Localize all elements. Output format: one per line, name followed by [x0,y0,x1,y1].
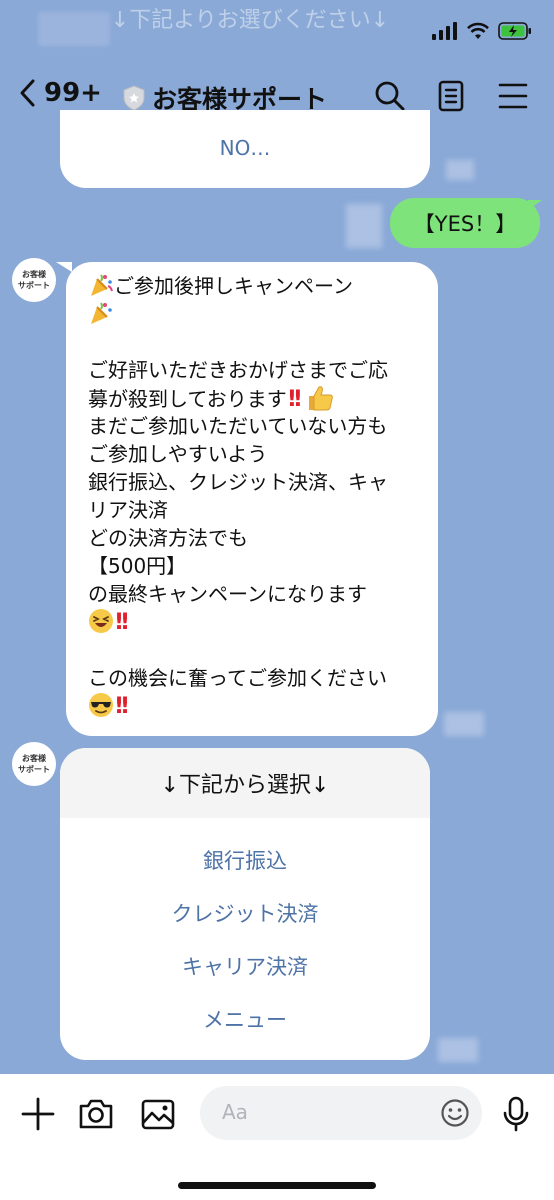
avatar-label-line1: お客様 [22,754,46,763]
unread-count: 99+ [44,78,102,108]
menu-option-no[interactable]: NO… [60,136,430,160]
home-indicator [178,1182,376,1189]
emoji-button[interactable] [440,1098,470,1128]
camera-icon [79,1099,113,1129]
sent-bubble-tail [528,200,542,210]
notes-button[interactable] [434,78,470,114]
microphone-icon [503,1096,529,1132]
sent-message-bubble[interactable]: 【YES！】 [390,198,540,248]
menu-option-bank-transfer[interactable]: 銀行振込 [60,840,430,880]
search-button[interactable] [372,78,408,114]
message-line [88,300,428,328]
timestamp-blurred [446,160,474,180]
double-exclamation-icon: !! [114,694,130,719]
avatar[interactable]: お客様 サポート [12,742,56,786]
add-button[interactable] [18,1094,58,1134]
wifi-icon [467,22,489,39]
microphone-button[interactable] [496,1094,536,1134]
avatar[interactable]: お客様 サポート [12,258,56,302]
message-line: この機会に奮ってご参加ください [88,666,387,690]
menu-option-credit-card[interactable]: クレジット決済 [60,893,430,933]
message-line: ご好評いただきおかげさまでご応 [88,358,388,382]
avatar-label-line2: サポート [18,281,50,290]
previous-menu-bubble: NO… [60,110,430,188]
status-icons [432,22,532,40]
message-line: 銀行振込、クレジット決済、キャ [88,470,388,494]
message-line: 募が殺到しております!! [88,384,428,412]
shield-badge-icon [123,85,145,111]
menu-option-menu[interactable]: メニュー [60,999,430,1039]
plus-icon [21,1097,55,1131]
message-line-text: 募が殺到しております [88,387,287,411]
chat-screen: ↓下記よりお選びください↓ 99+ お客様サポート NO… 【YES！】 お客様… [0,0,554,1200]
menu-button[interactable] [496,78,532,114]
laughing-face-icon [89,609,113,633]
search-icon [375,81,405,111]
double-exclamation-icon: !! [114,610,130,635]
avatar-label-line2: サポート [18,765,50,774]
chevron-left-icon [20,79,35,107]
message-line: まだご参加いただいていない方も [88,414,388,438]
message-line: どの決済方法でも [88,526,248,550]
timestamp-blurred [346,204,382,248]
menu-option-carrier-billing[interactable]: キャリア決済 [60,946,430,986]
background-hint-text: ↓下記よりお選びください↓ [110,8,390,33]
camera-button[interactable] [76,1094,116,1134]
back-button[interactable]: 99+ [18,78,102,108]
thumbs-up-icon [309,386,334,411]
message-text: ご参加後押しキャンペーン ご好評いただきおかげさまでご応 募が殺到しております!… [88,272,428,720]
party-popper-icon [91,274,113,296]
message-input[interactable]: Aa [200,1086,482,1140]
status-bar: ↓下記よりお選びください↓ [0,0,554,64]
message-line: !! [88,692,428,720]
message-line: !! [88,608,428,636]
message-input-bar: Aa [0,1074,554,1200]
bubble-tail [56,262,72,272]
message-line: ご参加しやすいよう [88,442,268,466]
message-line: ご参加後押しキャンペーン [88,272,428,300]
timestamp-blurred [444,712,484,736]
menu-header: ↓下記から選択↓ [60,748,430,818]
image-icon [141,1099,175,1130]
avatar-label-line1: お客様 [22,270,46,279]
battery-icon [498,22,531,40]
payment-menu-bubble: ↓下記から選択↓ 銀行振込 クレジット決済 キャリア決済 メニュー [60,748,430,1060]
party-popper-icon [91,302,112,324]
hamburger-menu-icon [498,83,528,109]
timestamp-blurred [438,1038,478,1062]
double-exclamation-icon: !! [286,387,303,412]
image-button[interactable] [138,1094,178,1134]
message-input-placeholder: Aa [222,1100,248,1124]
message-line-text: ご参加後押しキャンペーン [114,274,353,298]
message-line: 【500円】 [88,554,187,578]
message-line: リア決済 [88,498,168,522]
signal-icon [432,22,457,40]
message-line: の最終キャンペーンになります [88,582,367,606]
received-message-bubble[interactable]: ご参加後押しキャンペーン ご好評いただきおかげさまでご応 募が殺到しております!… [66,262,438,736]
sunglasses-face-icon [89,693,113,717]
notes-icon [438,80,464,112]
smiley-icon [441,1099,469,1127]
